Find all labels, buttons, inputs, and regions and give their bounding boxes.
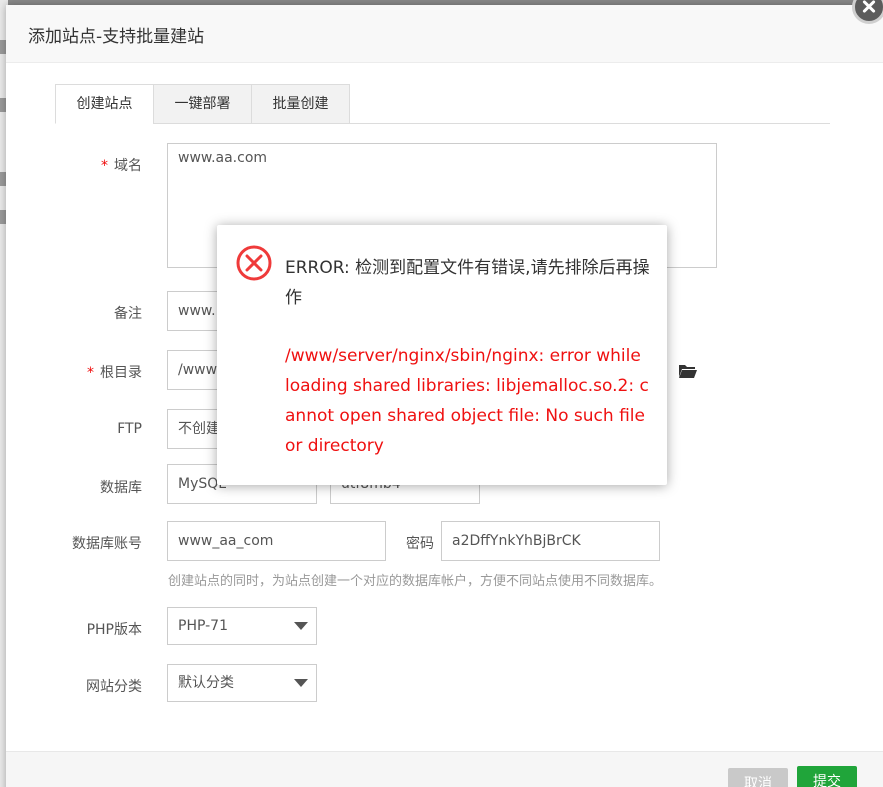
submit-button[interactable]: 提交 bbox=[797, 766, 857, 787]
tab-one-click-deploy[interactable]: 一键部署 bbox=[153, 84, 252, 124]
error-circle-icon bbox=[236, 245, 272, 281]
tab-bar: 创建站点 一键部署 批量创建 bbox=[55, 84, 830, 124]
site-category-select[interactable]: 默认分类 bbox=[167, 664, 317, 702]
dialog-header: 添加站点-支持批量建站 bbox=[6, 5, 883, 63]
error-detail: /www/server/nginx/sbin/nginx: error whil… bbox=[285, 346, 649, 456]
site-category-value: 默认分类 bbox=[178, 675, 234, 691]
tab-create-site[interactable]: 创建站点 bbox=[55, 84, 154, 124]
php-version-select[interactable]: PHP-71 bbox=[167, 607, 317, 645]
site-category-label: 网站分类 bbox=[86, 679, 142, 695]
php-version-label: PHP版本 bbox=[86, 622, 142, 638]
dialog-footer: 取消 提交 bbox=[6, 751, 883, 787]
chevron-down-icon bbox=[294, 679, 308, 687]
db-hint-text: 创建站点的同时，为站点创建一个对应的数据库帐户，方便不同站点使用不同数据库。 bbox=[168, 574, 663, 589]
required-mark: * bbox=[87, 365, 94, 381]
db-account-label: 数据库账号 bbox=[72, 536, 142, 552]
ftp-label: FTP bbox=[117, 421, 142, 437]
root-dir-label: * 根目录 bbox=[52, 362, 142, 382]
database-label: 数据库 bbox=[100, 480, 142, 496]
error-title: ERROR: 检测到配置文件有错误,请先排除后再操作 bbox=[285, 258, 650, 308]
db-password-label: 密码 bbox=[406, 536, 434, 552]
domain-label: * 域名 bbox=[52, 155, 142, 175]
note-label: 备注 bbox=[114, 306, 142, 322]
php-version-value: PHP-71 bbox=[178, 618, 228, 634]
dialog-title: 添加站点-支持批量建站 bbox=[28, 27, 205, 47]
error-modal: ERROR: 检测到配置文件有错误,请先排除后再操作 /www/server/n… bbox=[217, 225, 667, 485]
cancel-button[interactable]: 取消 bbox=[728, 768, 788, 787]
db-password-input[interactable]: a2DffYnkYhBjBrCK bbox=[441, 521, 660, 561]
tab-batch-create[interactable]: 批量创建 bbox=[251, 84, 350, 124]
required-mark: * bbox=[101, 158, 108, 174]
root-dir-label-text: 根目录 bbox=[100, 365, 142, 381]
folder-open-icon[interactable] bbox=[678, 363, 698, 379]
domain-label-text: 域名 bbox=[114, 158, 142, 174]
chevron-down-icon bbox=[294, 622, 308, 630]
